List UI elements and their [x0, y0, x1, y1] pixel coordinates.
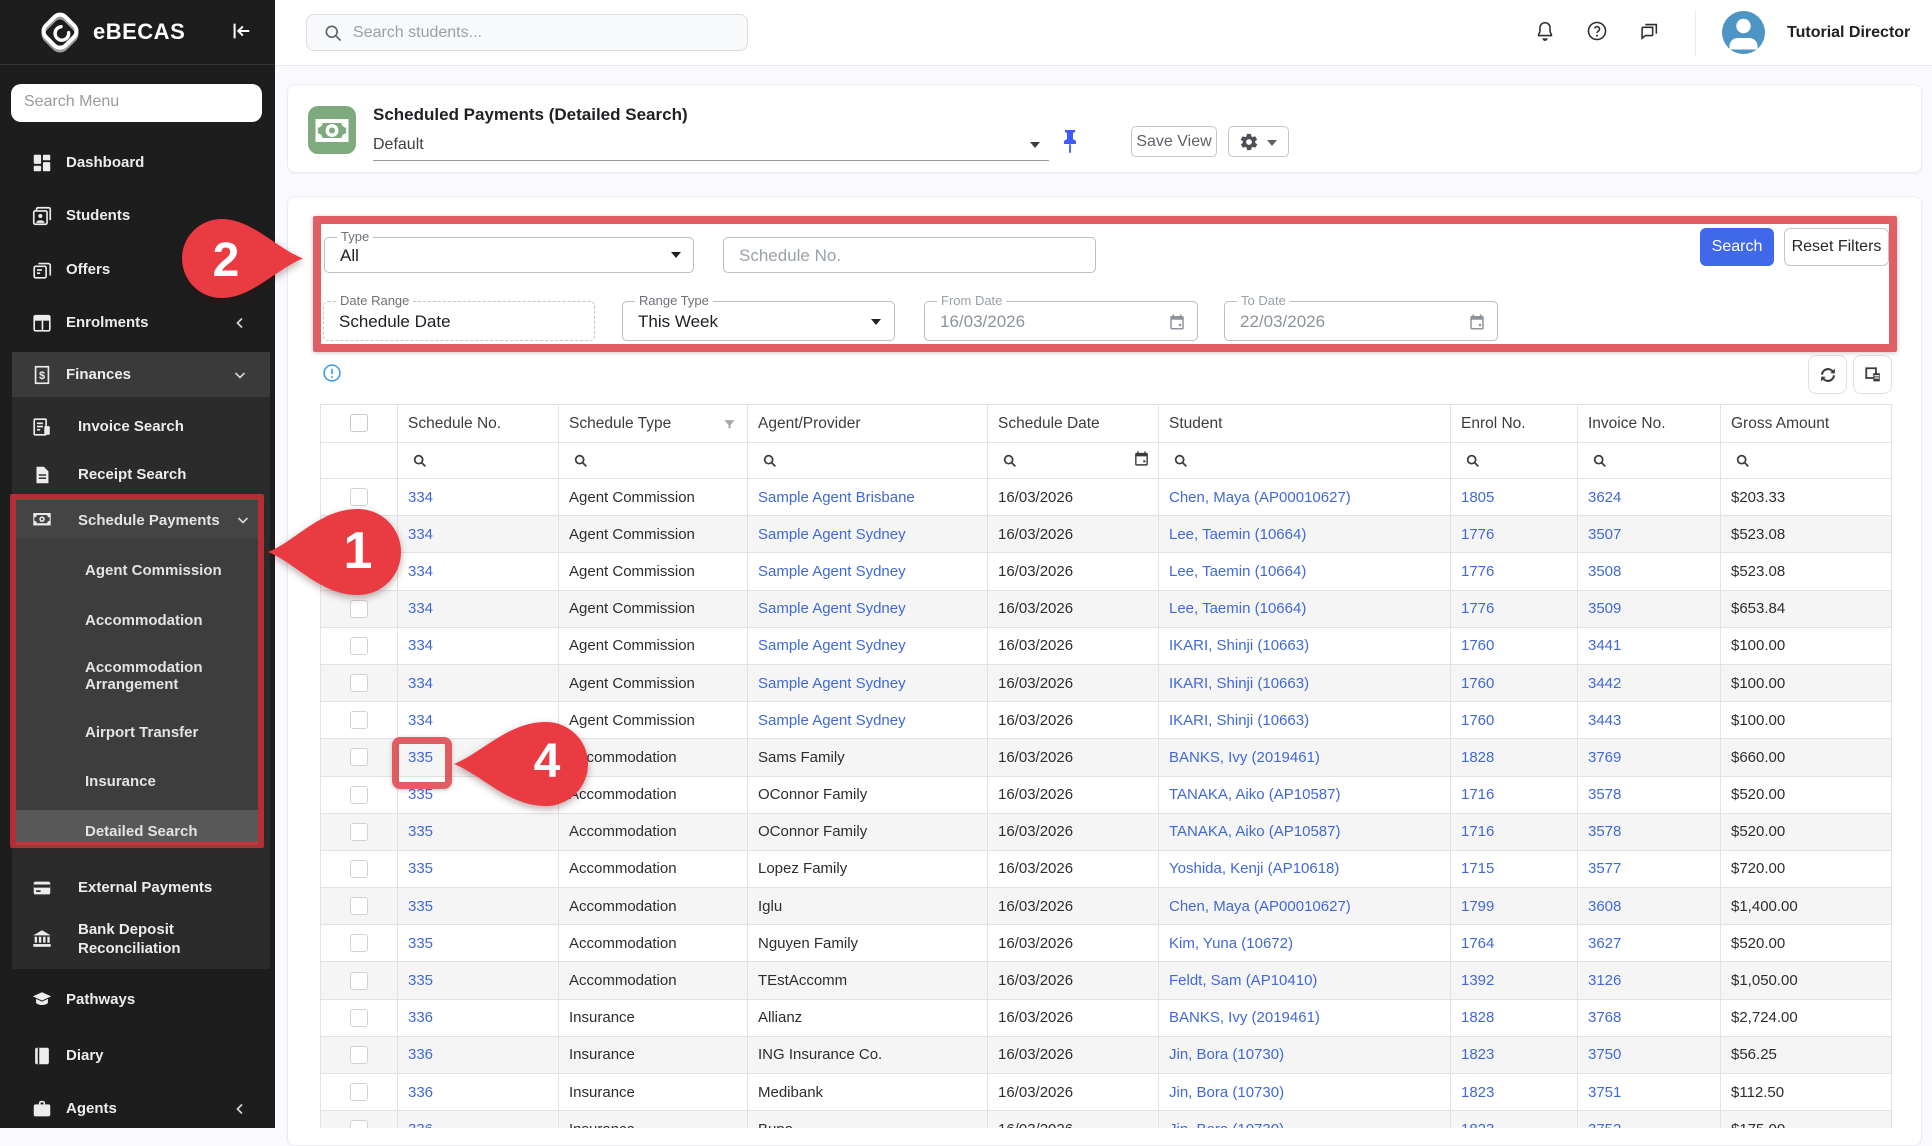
svg-text:$: $: [39, 370, 45, 382]
